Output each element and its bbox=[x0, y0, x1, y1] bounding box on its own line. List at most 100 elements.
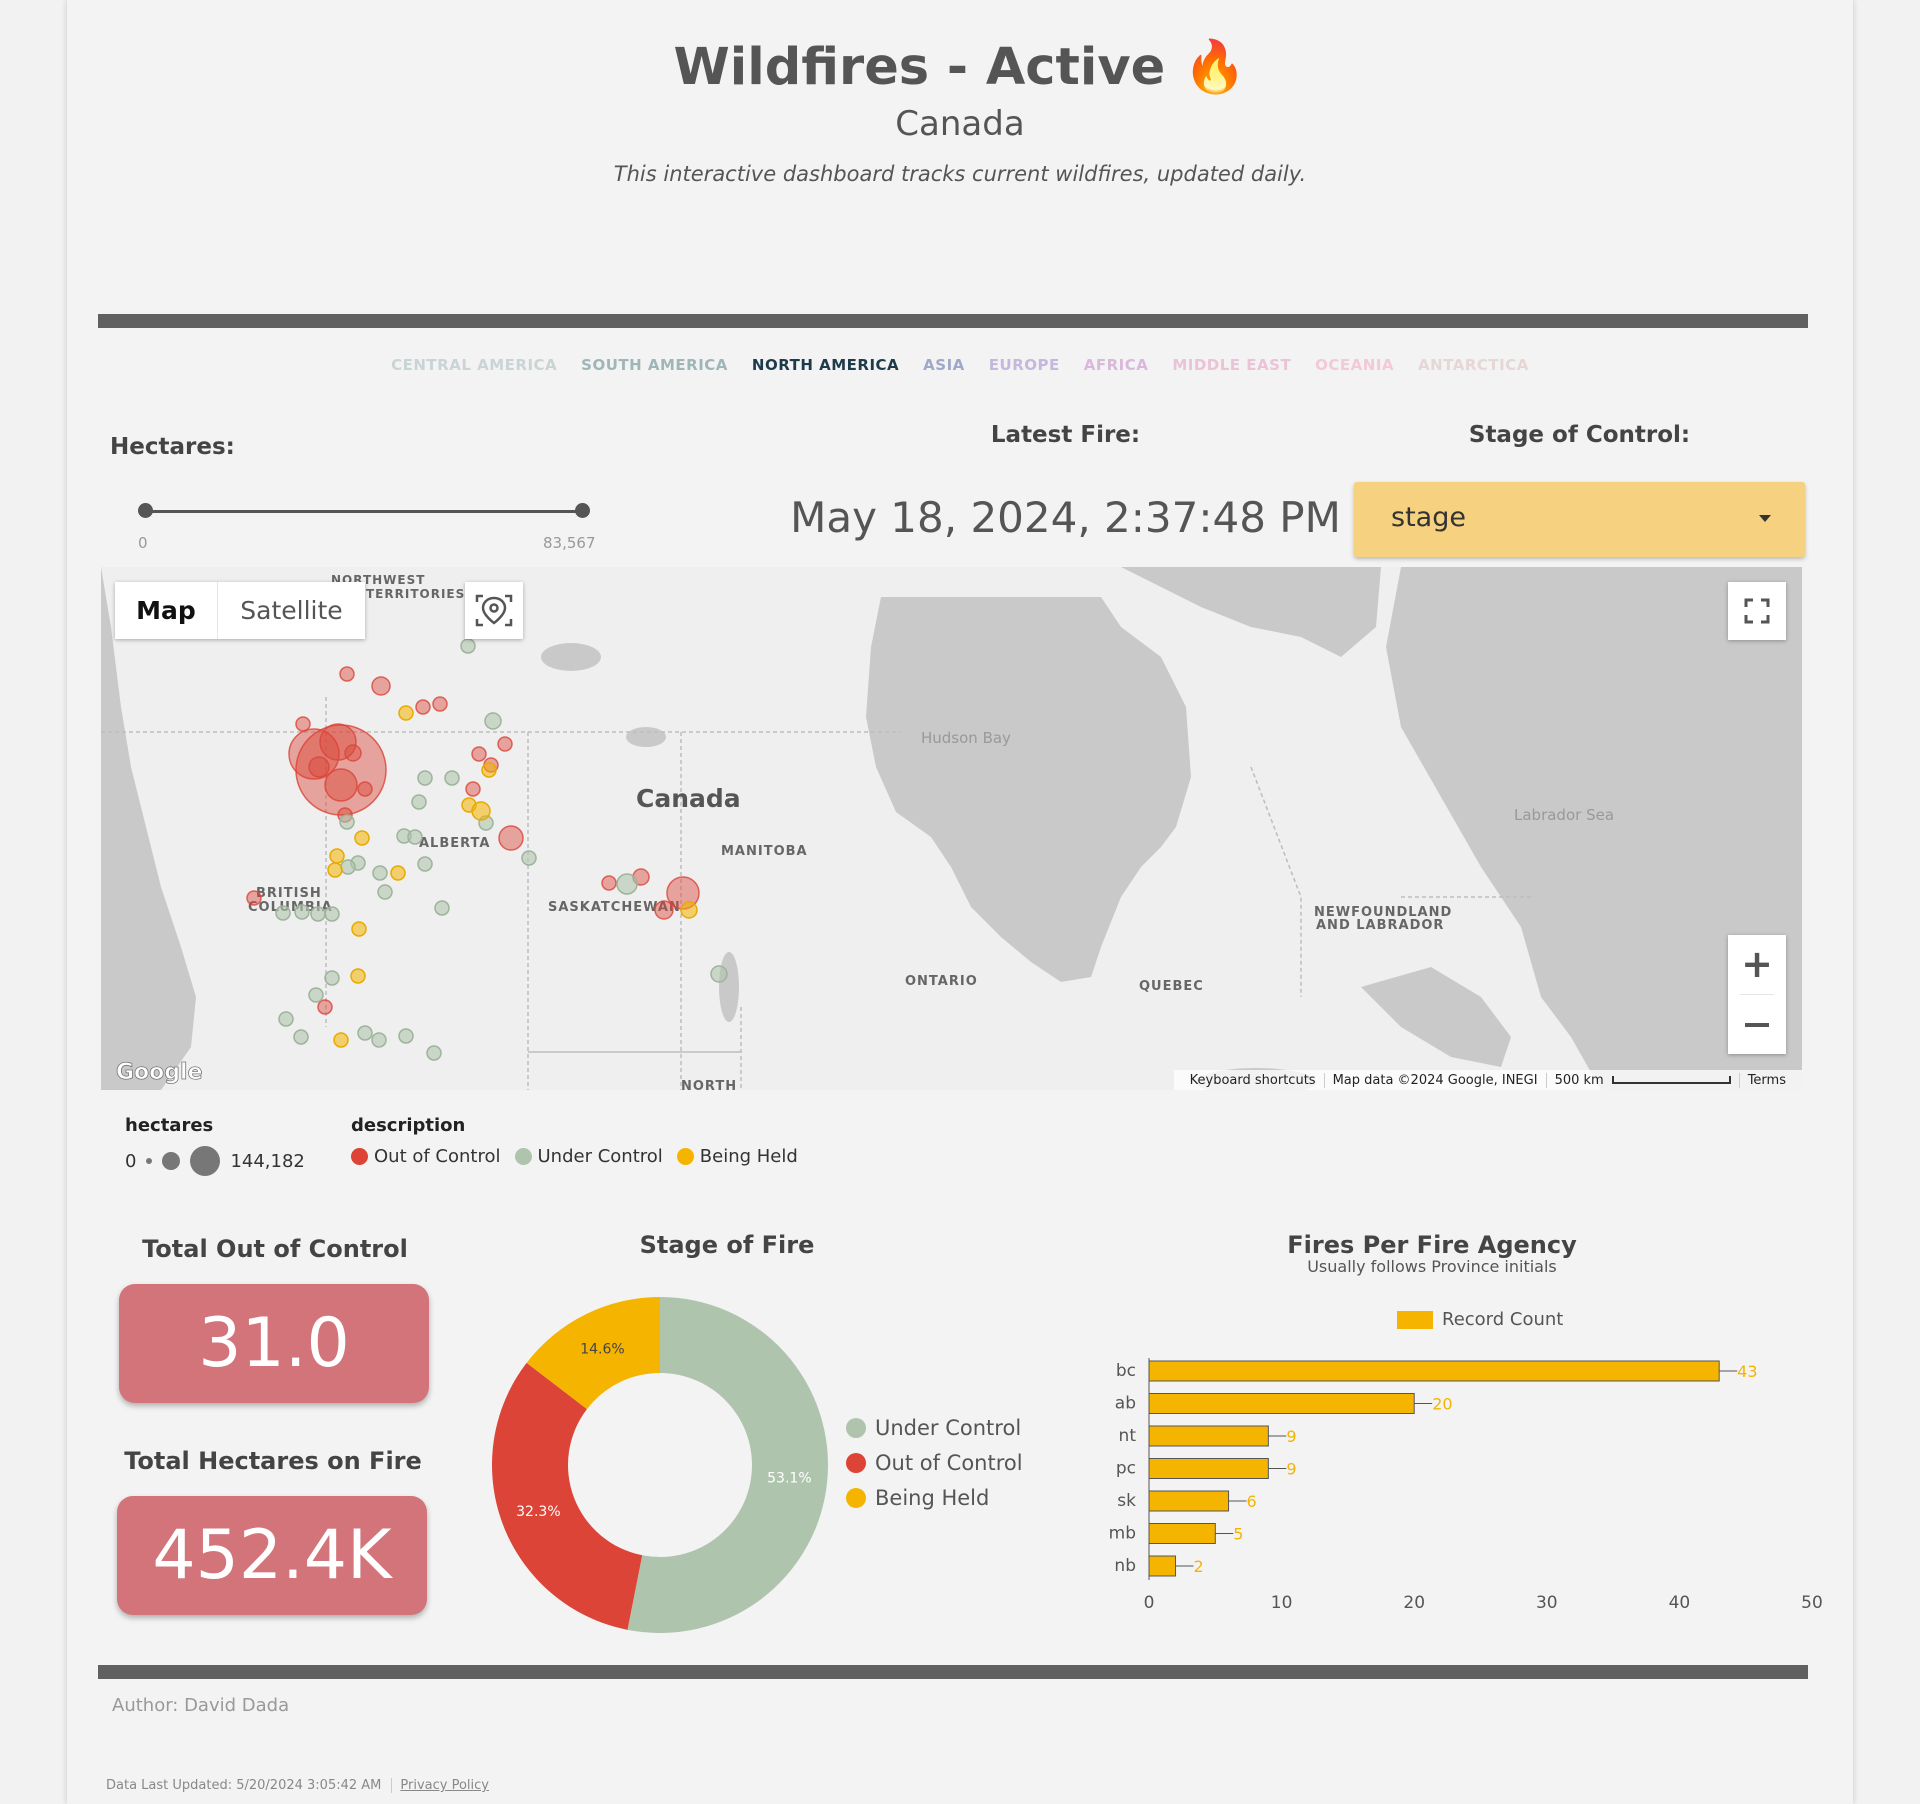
fire-marker[interactable] bbox=[324, 970, 340, 986]
map-view-button[interactable]: Map bbox=[115, 582, 218, 639]
fire-marker[interactable] bbox=[498, 825, 524, 851]
keyboard-shortcuts-link[interactable]: Keyboard shortcuts bbox=[1182, 1073, 1324, 1088]
fire-marker[interactable] bbox=[460, 638, 476, 654]
bar[interactable] bbox=[1148, 1425, 1269, 1447]
fire-marker[interactable] bbox=[350, 968, 366, 984]
fire-marker[interactable] bbox=[339, 666, 355, 682]
fire-marker[interactable] bbox=[340, 859, 356, 875]
fire-marker[interactable] bbox=[390, 865, 406, 881]
fire-marker[interactable] bbox=[601, 875, 617, 891]
privacy-policy-link[interactable]: Privacy Policy bbox=[391, 1778, 489, 1793]
fire-marker[interactable] bbox=[411, 794, 427, 810]
donut-slice[interactable] bbox=[491, 1362, 643, 1630]
fire-marker[interactable] bbox=[294, 904, 310, 920]
fire-marker[interactable] bbox=[521, 850, 537, 866]
color-legend: Out of Control Under Control Being Held bbox=[351, 1146, 798, 1167]
fire-marker[interactable] bbox=[484, 712, 502, 730]
fire-marker[interactable] bbox=[308, 987, 324, 1003]
bar[interactable] bbox=[1148, 1458, 1269, 1479]
map-attribution: Keyboard shortcuts Map data ©2024 Google… bbox=[1173, 1070, 1802, 1090]
map-scale-label[interactable]: 500 km bbox=[1545, 1072, 1612, 1088]
bar[interactable] bbox=[1148, 1555, 1177, 1577]
fire-marker[interactable] bbox=[293, 1029, 309, 1045]
fire-marker[interactable] bbox=[616, 873, 638, 895]
fire-marker[interactable] bbox=[275, 905, 291, 921]
fire-marker[interactable] bbox=[432, 696, 448, 712]
stage-dropdown-value: stage bbox=[1391, 502, 1466, 533]
fire-marker[interactable] bbox=[324, 768, 358, 802]
legend-out-of-control: Out of Control bbox=[374, 1146, 501, 1167]
fire-marker[interactable] bbox=[481, 762, 497, 778]
region-central-america[interactable]: CENTRAL AMERICA bbox=[391, 356, 557, 374]
zoom-out-button[interactable] bbox=[1728, 995, 1786, 1054]
fire-marker[interactable] bbox=[415, 699, 431, 715]
bar[interactable] bbox=[1148, 1360, 1720, 1382]
region-oceania[interactable]: OCEANIA bbox=[1315, 356, 1394, 374]
bar[interactable] bbox=[1148, 1490, 1230, 1512]
fire-marker[interactable] bbox=[329, 848, 345, 864]
fire-marker[interactable] bbox=[398, 1028, 414, 1044]
region-north-america[interactable]: NORTH AMERICA bbox=[752, 356, 899, 374]
bar-chart[interactable]: bc 43ab 20nt 9pc 9sk 6mb 5nb 20 10 20 30 40 50 bbox=[1067, 1340, 1847, 1620]
fire-marker[interactable] bbox=[371, 676, 391, 696]
fire-marker[interactable] bbox=[327, 862, 343, 878]
fire-marker[interactable] bbox=[308, 756, 330, 778]
fire-marker[interactable] bbox=[372, 865, 388, 881]
bar[interactable] bbox=[1148, 1523, 1216, 1544]
fire-marker[interactable] bbox=[295, 716, 311, 732]
fire-marker[interactable] bbox=[278, 1011, 294, 1027]
region-middle-east[interactable]: MIDDLE EAST bbox=[1172, 356, 1291, 374]
fire-marker[interactable] bbox=[354, 830, 370, 846]
fire-marker[interactable] bbox=[654, 900, 674, 920]
wildfire-map[interactable]: NORTHWEST TERRITORIES Hudson Bay Labrado… bbox=[101, 567, 1802, 1090]
region-antarctica[interactable]: ANTARCTICA bbox=[1418, 356, 1529, 374]
fire-marker[interactable] bbox=[357, 1025, 373, 1041]
fire-marker[interactable] bbox=[317, 999, 333, 1015]
fire-marker[interactable] bbox=[497, 736, 513, 752]
zoom-in-button[interactable]: + bbox=[1728, 935, 1786, 994]
fullscreen-button[interactable] bbox=[1728, 582, 1786, 640]
size-large-dot bbox=[190, 1146, 221, 1176]
hectares-slider-max-handle[interactable] bbox=[575, 503, 590, 518]
terms-link[interactable]: Terms bbox=[1738, 1072, 1794, 1088]
region-asia[interactable]: ASIA bbox=[923, 356, 965, 374]
satellite-view-button[interactable]: Satellite bbox=[218, 582, 365, 639]
fire-marker[interactable] bbox=[417, 856, 433, 872]
fire-marker[interactable] bbox=[344, 744, 362, 762]
fire-marker[interactable] bbox=[434, 900, 450, 916]
fire-marker[interactable] bbox=[398, 705, 414, 721]
bar-value-label: 2 bbox=[1194, 1557, 1204, 1576]
region-africa[interactable]: AFRICA bbox=[1084, 356, 1149, 374]
donut-chart[interactable]: 53.1% 32.3% 14.6% bbox=[480, 1285, 840, 1645]
hectares-slider-min-handle[interactable] bbox=[138, 503, 153, 518]
fire-marker[interactable] bbox=[371, 1032, 387, 1048]
fire-marker[interactable] bbox=[339, 814, 355, 830]
region-europe[interactable]: EUROPE bbox=[989, 356, 1060, 374]
fire-marker[interactable] bbox=[333, 1032, 349, 1048]
fire-marker[interactable] bbox=[444, 770, 460, 786]
fire-marker[interactable] bbox=[357, 781, 373, 797]
bar-x-tick-label: 30 bbox=[1536, 1593, 1558, 1613]
fire-marker[interactable] bbox=[426, 1045, 442, 1061]
region-south-america[interactable]: SOUTH AMERICA bbox=[581, 356, 728, 374]
fire-marker[interactable] bbox=[465, 781, 481, 797]
fire-marker[interactable] bbox=[351, 921, 367, 937]
donut-legend-item: Under Control bbox=[846, 1410, 1023, 1445]
fire-marker[interactable] bbox=[680, 901, 698, 919]
fire-marker[interactable] bbox=[471, 801, 491, 821]
fire-marker[interactable] bbox=[377, 884, 393, 900]
size-small-dot bbox=[146, 1158, 153, 1164]
fire-marker[interactable] bbox=[471, 746, 487, 762]
locate-button[interactable] bbox=[465, 582, 523, 639]
fire-marker[interactable] bbox=[246, 890, 262, 906]
fire-marker[interactable] bbox=[407, 829, 423, 845]
fire-marker[interactable] bbox=[710, 965, 728, 983]
fire-marker[interactable] bbox=[310, 906, 326, 922]
bar[interactable] bbox=[1148, 1393, 1415, 1414]
fire-marker[interactable] bbox=[417, 770, 433, 786]
stage-dropdown[interactable]: stage bbox=[1354, 482, 1805, 557]
fire-marker[interactable] bbox=[324, 906, 340, 922]
hectares-slider-track[interactable] bbox=[144, 510, 581, 513]
label-hudson-bay: Hudson Bay bbox=[921, 729, 1011, 747]
top-divider bbox=[98, 314, 1808, 328]
